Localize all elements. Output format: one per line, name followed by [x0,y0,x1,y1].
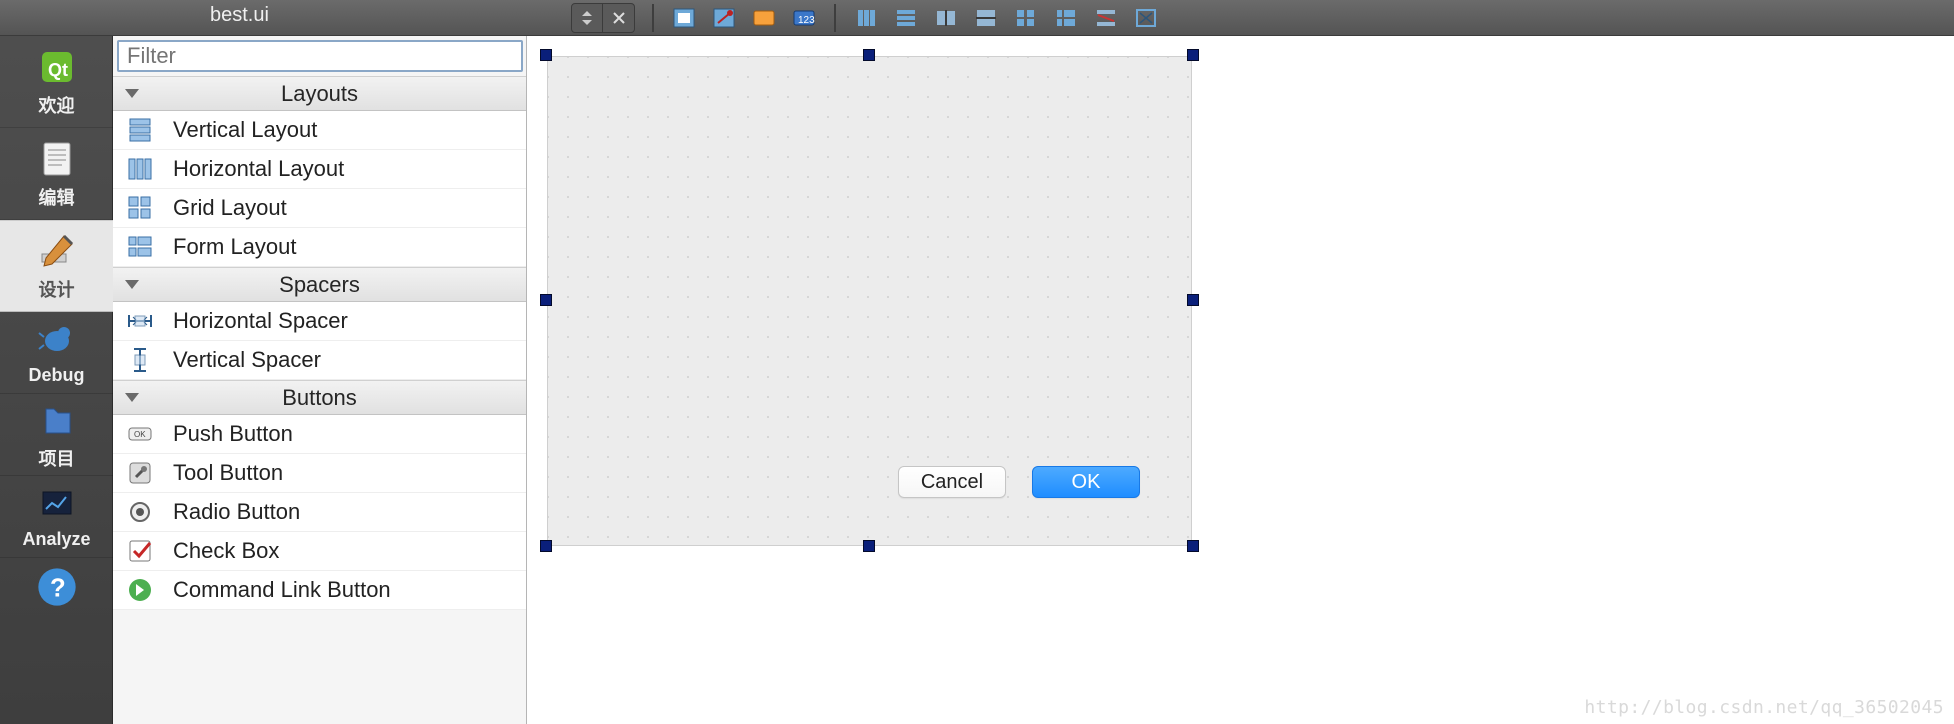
design-canvas[interactable]: Cancel OK [527,36,1954,724]
resize-handle-e[interactable] [1187,294,1199,306]
close-document-button[interactable] [603,3,635,33]
layout-horizontal-icon[interactable] [847,1,885,35]
separator [834,4,836,32]
resize-handle-s[interactable] [863,540,875,552]
mode-welcome[interactable]: Qt 欢迎 [0,36,113,128]
vertical-spacer-icon [125,345,155,375]
form-widget[interactable]: Cancel OK [547,56,1192,546]
mode-project[interactable]: 项目 [0,394,113,476]
resize-handle-se[interactable] [1187,540,1199,552]
chevron-down-icon [125,393,139,402]
titlebar-history [571,0,635,36]
cancel-button[interactable]: Cancel [898,466,1006,498]
edit-buddies-icon[interactable] [745,1,783,35]
resize-handle-n[interactable] [863,49,875,61]
mode-analyze[interactable]: Analyze [0,476,113,558]
widget-label: Command Link Button [173,577,391,603]
watermark: http://blog.csdn.net/qq_36502045 [1584,697,1944,718]
category-header-buttons[interactable]: Buttons [113,380,526,415]
svg-text:?: ? [50,574,66,602]
mode-debug[interactable]: Debug [0,312,113,394]
command-link-icon [125,575,155,605]
mode-label: 编辑 [39,184,75,210]
chevron-down-icon [125,89,139,98]
layout-vsplit-icon[interactable] [967,1,1005,35]
widget-label: Vertical Layout [173,117,317,143]
check-box-icon [125,536,155,566]
widget-label: Tool Button [173,460,283,486]
mode-label: Debug [29,365,85,386]
resize-handle-w[interactable] [540,294,552,306]
edit-signals-icon[interactable] [705,1,743,35]
history-dropdown-button[interactable] [571,3,603,33]
edit-taborder-icon[interactable]: 123 [785,1,823,35]
mode-help[interactable]: ? [0,558,113,616]
svg-text:OK: OK [134,430,146,439]
mode-label: 欢迎 [39,92,75,118]
widget-grid-layout[interactable]: Grid Layout [113,189,526,228]
category-label: Layouts [113,81,526,107]
widget-filter-input[interactable] [117,40,523,72]
widget-box: Layouts Vertical Layout Horizontal Layou… [113,36,527,724]
push-button-icon: OK [125,419,155,449]
horizontal-spacer-icon [125,306,155,336]
mode-label: 设计 [39,276,75,302]
mode-label: Analyze [22,529,90,550]
category-header-spacers[interactable]: Spacers [113,267,526,302]
mode-label: 项目 [39,445,75,471]
widget-horizontal-layout[interactable]: Horizontal Layout [113,150,526,189]
mode-edit[interactable]: 编辑 [0,128,113,220]
widget-label: Push Button [173,421,293,447]
designer-toolbar: 123 [642,0,1166,36]
radio-button-icon [125,497,155,527]
layout-grid-icon[interactable] [1007,1,1045,35]
horizontal-layout-icon [125,154,155,184]
widget-form-layout[interactable]: Form Layout [113,228,526,267]
widget-tool-button[interactable]: Tool Button [113,454,526,493]
widget-label: Horizontal Spacer [173,308,348,334]
mode-design[interactable]: 设计 [0,220,113,312]
resize-handle-sw[interactable] [540,540,552,552]
mode-bar: Qt 欢迎 编辑 设计 Debug 项目 Analyze ? [0,36,113,724]
break-layout-icon[interactable] [1087,1,1125,35]
widget-vertical-layout[interactable]: Vertical Layout [113,111,526,150]
chevron-down-icon [125,280,139,289]
adjust-size-icon[interactable] [1127,1,1165,35]
widget-vertical-spacer[interactable]: Vertical Spacer [113,341,526,380]
edit-widgets-icon[interactable] [665,1,703,35]
widget-label: Check Box [173,538,279,564]
vertical-layout-icon [125,115,155,145]
layout-form-icon[interactable] [1047,1,1085,35]
widget-label: Form Layout [173,234,297,260]
layout-vertical-icon[interactable] [887,1,925,35]
widget-radio-button[interactable]: Radio Button [113,493,526,532]
widget-command-link-button[interactable]: Command Link Button [113,571,526,610]
widget-label: Grid Layout [173,195,287,221]
widget-label: Radio Button [173,499,300,525]
category-header-layouts[interactable]: Layouts [113,76,526,111]
svg-text:Qt: Qt [48,60,68,80]
category-label: Buttons [113,385,526,411]
grid-layout-icon [125,193,155,223]
widget-label: Horizontal Layout [173,156,344,182]
widget-label: Vertical Spacer [173,347,321,373]
category-label: Spacers [113,272,526,298]
svg-text:123: 123 [798,15,815,26]
form-layout-icon [125,232,155,262]
ok-button[interactable]: OK [1032,466,1140,498]
separator [652,4,654,32]
tool-button-icon [125,458,155,488]
widget-horizontal-spacer[interactable]: Horizontal Spacer [113,302,526,341]
resize-handle-ne[interactable] [1187,49,1199,61]
document-title: best.ui [210,4,269,27]
layout-hsplit-icon[interactable] [927,1,965,35]
widget-push-button[interactable]: OK Push Button [113,415,526,454]
titlebar: best.ui 123 [0,0,1954,36]
widget-check-box[interactable]: Check Box [113,532,526,571]
resize-handle-nw[interactable] [540,49,552,61]
